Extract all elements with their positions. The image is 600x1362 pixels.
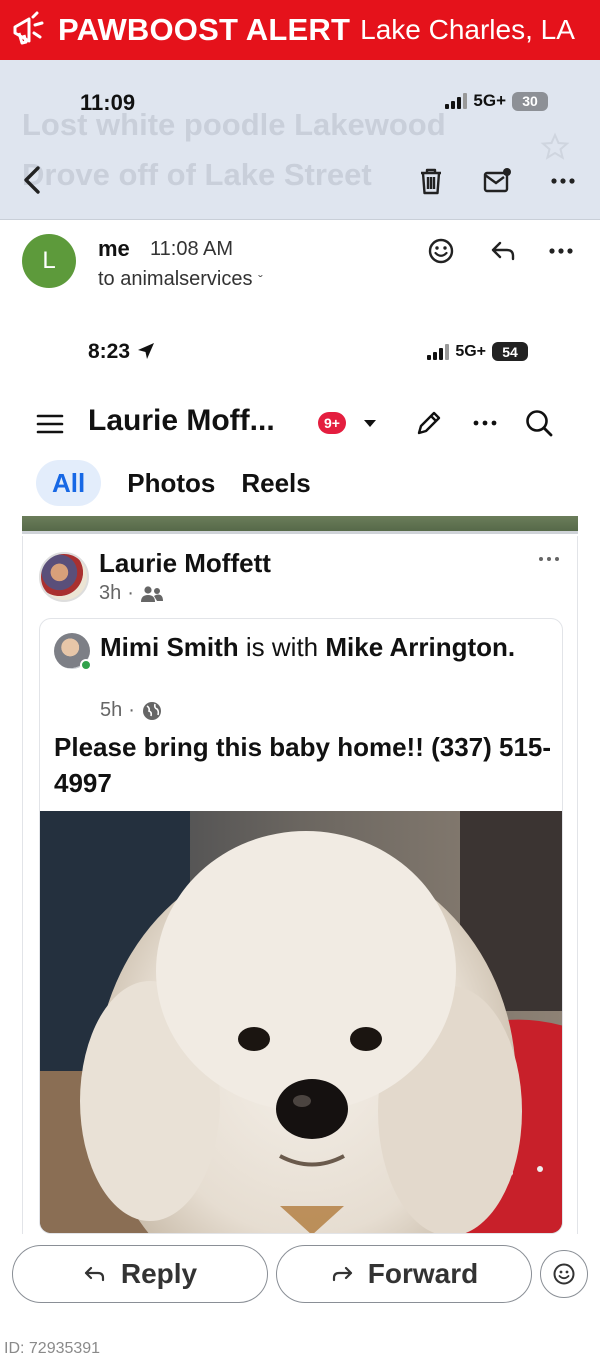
edit-pencil-icon[interactable]: [414, 408, 444, 438]
reply-button[interactable]: Reply: [12, 1245, 268, 1303]
shared-post-meta: 5h ·: [100, 699, 163, 722]
notification-badge: 9+: [318, 412, 346, 434]
poster-name[interactable]: Laurie Moffett: [99, 548, 271, 579]
mark-unread-icon[interactable]: [482, 166, 512, 196]
globe-icon: [142, 701, 161, 720]
forward-arrow-icon: [332, 1266, 352, 1282]
fb-more-icon[interactable]: [470, 408, 500, 438]
search-icon[interactable]: [524, 408, 554, 438]
online-status-dot: [80, 659, 92, 671]
tab-all[interactable]: All: [36, 460, 102, 506]
tagged-person-name[interactable]: Mike Arrington: [325, 632, 507, 662]
status-indicators: 5G+ 30: [445, 91, 548, 111]
embedded-signal-icon: [427, 343, 450, 360]
post-meta: 3h ·: [99, 582, 164, 605]
page-name[interactable]: Laurie Moff...: [88, 404, 275, 438]
embedded-status-indicators: 5G+ 54: [427, 342, 528, 361]
emoji-reaction-icon[interactable]: [426, 236, 456, 266]
with-text: is with: [245, 632, 319, 662]
chevron-down-icon: ˇ: [258, 272, 263, 288]
star-icon[interactable]: [540, 132, 570, 162]
signal-icon: [445, 93, 468, 109]
message-more-icon[interactable]: [546, 236, 576, 266]
trash-icon[interactable]: [416, 166, 446, 196]
reply-arrow-icon: [84, 1266, 104, 1282]
recipient-toggle[interactable]: to animalservices ˇ: [98, 268, 263, 291]
facebook-header: Laurie Moff... 9+: [0, 400, 600, 450]
tab-photos[interactable]: Photos: [127, 460, 215, 506]
cover-photo-strip: [22, 516, 578, 534]
more-icon[interactable]: [548, 166, 578, 196]
shared-post-text: Please bring this baby home!! (337) 515-…: [54, 732, 552, 798]
status-time: 11:09: [80, 90, 136, 115]
shared-post-header: Mimi Smith is with Mike Arrington.: [100, 632, 516, 662]
back-icon[interactable]: [20, 162, 44, 198]
mail-header: Lost white poodle Lakewood Drove off of …: [0, 60, 600, 220]
shared-post[interactable]: Mimi Smith is with Mike Arrington. 5h · …: [39, 618, 563, 1234]
embedded-battery-icon: 54: [492, 342, 528, 361]
sender-avatar: L: [22, 234, 76, 288]
post-more-icon[interactable]: [537, 554, 561, 564]
friends-audience-icon: [140, 585, 163, 602]
battery-icon: 30: [512, 91, 548, 111]
page: PAWBOOST ALERT Lake Charles, LA Lost whi…: [0, 0, 600, 1362]
recipient-label: to animalservices: [98, 268, 253, 290]
smiley-icon: [553, 1263, 575, 1285]
shared-author-name[interactable]: Mimi Smith: [100, 632, 239, 662]
listing-id: ID: 72935391: [4, 1340, 101, 1357]
dog-photo[interactable]: [40, 811, 563, 1234]
hamburger-menu-icon[interactable]: [36, 410, 64, 438]
caret-down-icon[interactable]: [358, 408, 382, 438]
forward-label: Forward: [367, 1258, 479, 1289]
alert-location: Lake Charles, LA: [360, 14, 575, 45]
reply-icon[interactable]: [488, 236, 518, 266]
alert-banner: PAWBOOST ALERT Lake Charles, LA: [0, 0, 600, 60]
location-arrow-icon: [137, 343, 154, 359]
forward-button[interactable]: Forward: [276, 1245, 532, 1303]
tab-reels[interactable]: Reels: [241, 460, 310, 506]
embedded-status-time: 8:23: [88, 340, 156, 364]
content-tabs: All Photos Reels: [36, 460, 311, 506]
network-label: 5G+: [473, 91, 506, 110]
alert-title: PAWBOOST ALERT: [58, 12, 351, 47]
sent-time: 11:08 AM: [150, 238, 234, 260]
megaphone-icon: [8, 8, 52, 52]
shared-post-age: 5h: [100, 699, 123, 721]
sender-name: me: [98, 236, 130, 261]
reply-label: Reply: [120, 1258, 198, 1289]
embedded-network-label: 5G+: [455, 342, 486, 360]
facebook-post: Laurie Moffett 3h · Mimi Smith is with M…: [22, 536, 578, 1256]
emoji-button[interactable]: [540, 1250, 588, 1298]
post-age: 3h: [99, 582, 122, 604]
poster-avatar[interactable]: [39, 552, 89, 602]
email-actions-bar: Reply Forward: [0, 1234, 600, 1324]
